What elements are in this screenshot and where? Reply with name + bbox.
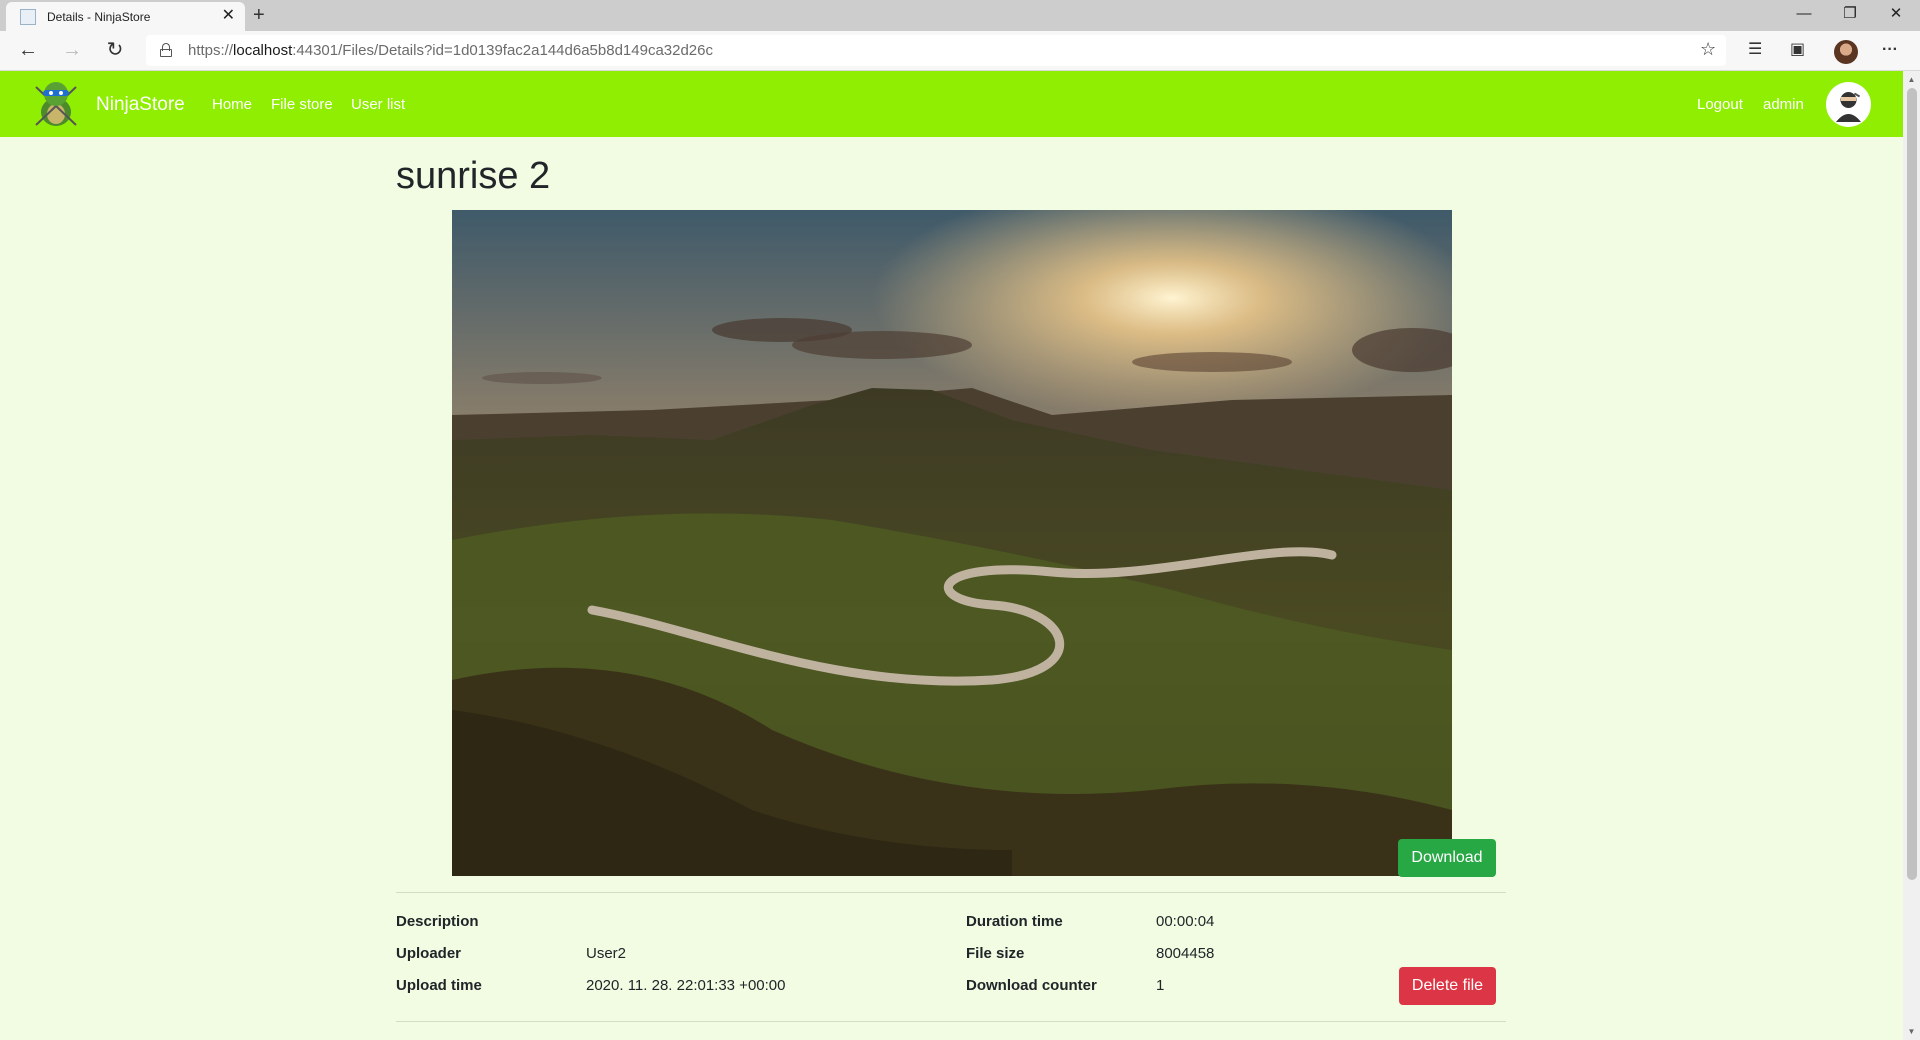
logout-link[interactable]: Logout (1697, 96, 1743, 113)
address-bar[interactable]: https://localhost:44301/Files/Details?id… (146, 35, 1726, 66)
scroll-up-icon[interactable]: ▲ (1903, 71, 1920, 88)
download-counter-value: 1 (1156, 977, 1165, 994)
browser-profile-icon[interactable] (1834, 40, 1858, 64)
browser-tab-bar: Details - NinjaStore ✕ + — ❐ ✕ (0, 0, 1920, 31)
download-button[interactable]: Download (1398, 839, 1496, 877)
user-avatar[interactable] (1826, 82, 1871, 127)
scroll-down-icon[interactable]: ▼ (1903, 1023, 1920, 1040)
more-options-icon[interactable]: ··· (1882, 40, 1898, 60)
duration-label: Duration time (966, 913, 1063, 930)
duration-value: 00:00:04 (1156, 913, 1215, 930)
file-title: sunrise 2 (396, 155, 551, 197)
back-icon[interactable]: ← (15, 39, 41, 61)
restore-icon[interactable]: ❐ (1840, 4, 1860, 24)
uploader-label: Uploader (396, 945, 462, 962)
tab-title: Details - NinjaStore (47, 9, 151, 24)
nav-link-home[interactable]: Home (212, 96, 252, 113)
uploader-value: User2 (586, 945, 627, 962)
nav-link-file-store[interactable]: File store (271, 96, 333, 113)
landscape-photo (452, 210, 1452, 876)
page-icon (20, 8, 36, 25)
page-scrollbar[interactable]: ▲ ▼ (1903, 71, 1920, 1040)
upload-time-label: Upload time (396, 977, 482, 994)
browser-tab[interactable]: Details - NinjaStore ✕ (6, 2, 245, 31)
username-link[interactable]: admin (1763, 96, 1804, 113)
brand-name[interactable]: NinjaStore (96, 94, 185, 116)
site-navbar: NinjaStore Home File store User list Log… (0, 71, 1903, 137)
url-text[interactable]: https://localhost:44301/Files/Details?id… (188, 42, 713, 59)
favorite-star-icon[interactable]: ☆ (1700, 40, 1716, 58)
refresh-icon[interactable]: ↻ (102, 39, 128, 61)
address-toolbar: ← → ↻ https://localhost:44301/Files/Deta… (0, 31, 1920, 71)
minimize-icon[interactable]: — (1794, 4, 1814, 24)
collections-icon[interactable]: ▣ (1790, 40, 1805, 60)
file-size-value: 8004458 (1156, 945, 1215, 962)
favorites-list-icon[interactable]: ☰ (1748, 40, 1762, 60)
scroll-thumb[interactable] (1907, 88, 1917, 880)
file-preview-image (452, 210, 1452, 876)
lock-icon (160, 43, 172, 57)
new-tab-icon[interactable]: + (253, 4, 265, 26)
ninja-turtle-logo-icon[interactable] (30, 79, 82, 129)
ninja-avatar-icon (1836, 92, 1861, 122)
upload-time-value: 2020. 11. 28. 22:01:33 +00:00 (586, 977, 786, 994)
close-window-icon[interactable]: ✕ (1886, 4, 1906, 24)
description-label: Description (396, 913, 479, 930)
close-tab-icon[interactable]: ✕ (222, 7, 235, 25)
download-counter-label: Download counter (966, 977, 1097, 994)
details-top-divider (396, 892, 1506, 893)
delete-file-button[interactable]: Delete file (1399, 967, 1496, 1005)
forward-icon[interactable]: → (59, 39, 85, 61)
file-size-label: File size (966, 945, 1025, 962)
nav-link-user-list[interactable]: User list (351, 96, 405, 113)
details-bottom-divider (396, 1021, 1506, 1022)
